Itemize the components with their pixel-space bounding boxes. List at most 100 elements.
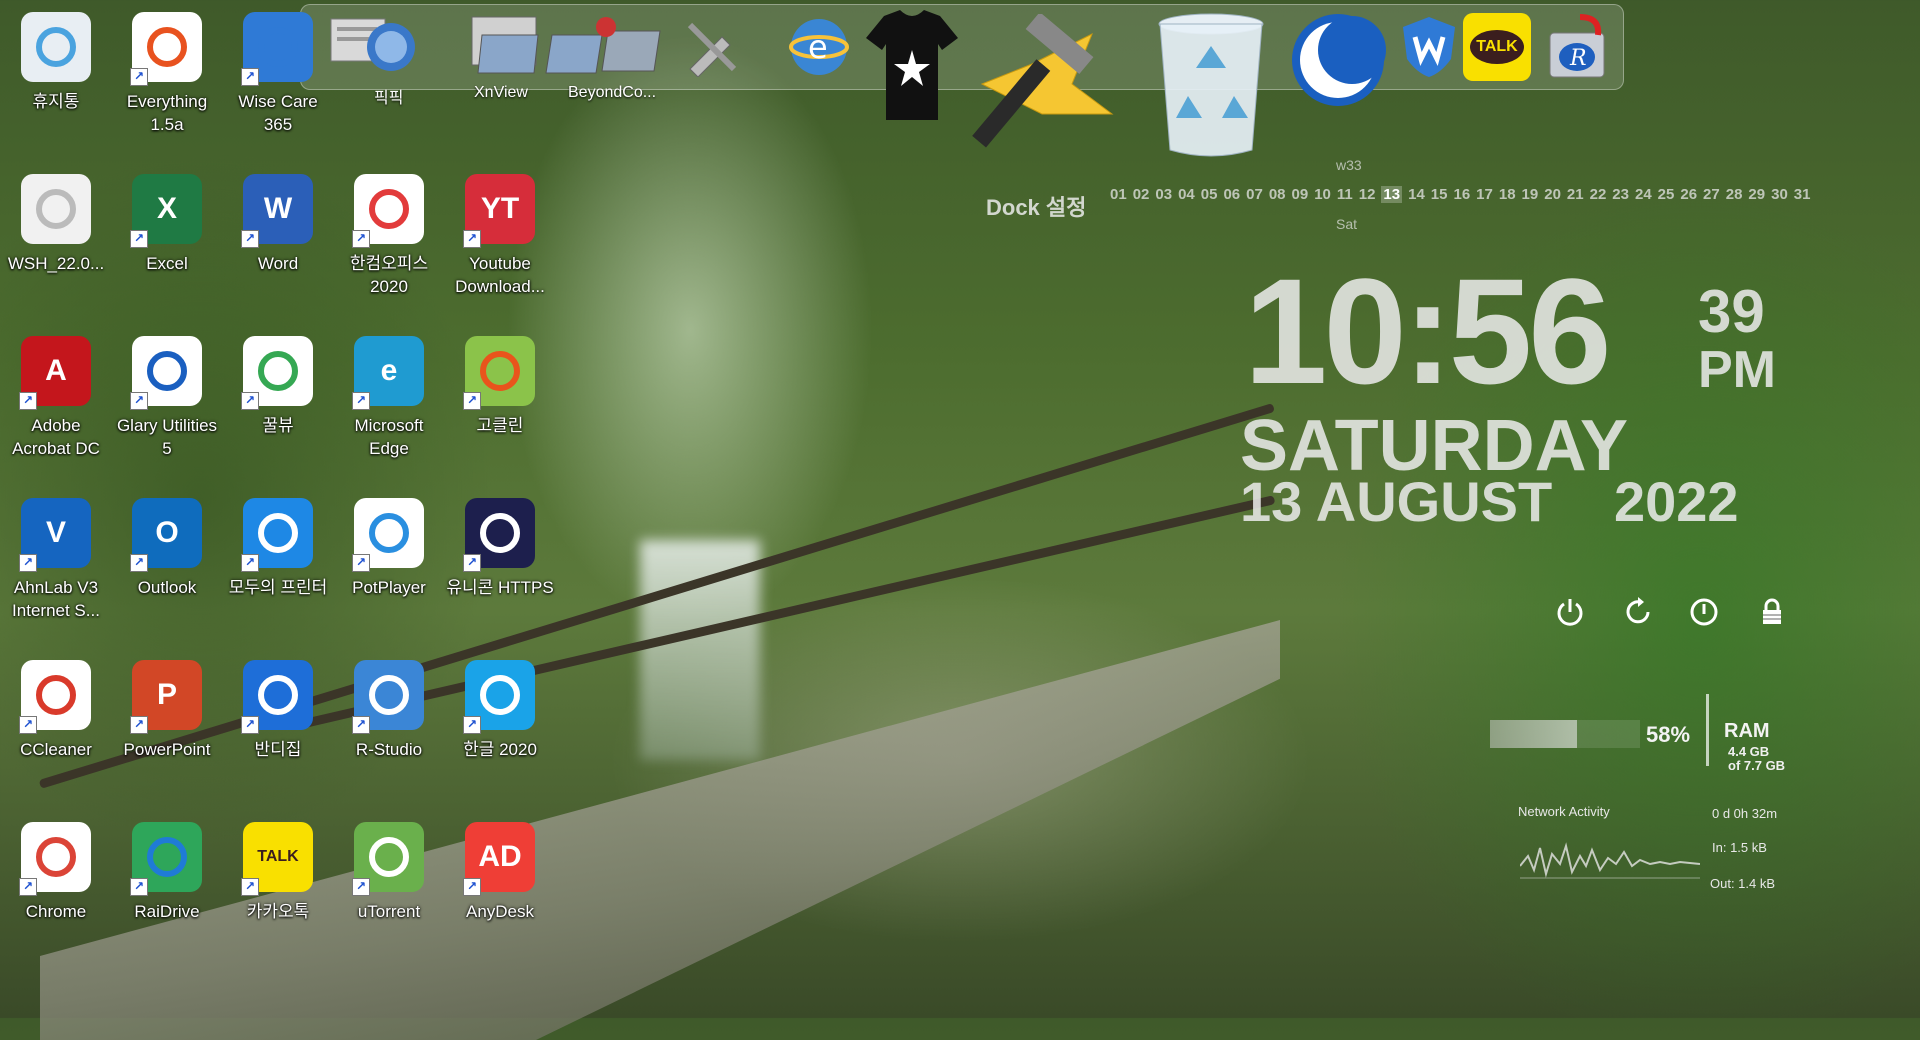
desktop-icon-outlook[interactable]: O ↗ Outlook xyxy=(112,498,222,599)
calendar-day: 05 xyxy=(1200,186,1218,203)
lock-button[interactable] xyxy=(1752,592,1792,632)
calendar-day: 28 xyxy=(1725,186,1743,203)
desktop-icon-chrome[interactable]: ↗ Chrome xyxy=(1,822,111,923)
wise-care-365-icon: ↗ xyxy=(241,12,313,86)
ram-usage-fill xyxy=(1490,720,1577,748)
desktop-icon-potplayer[interactable]: ↗ PotPlayer xyxy=(334,498,444,599)
desktop-icon-wsh-file[interactable]: WSH_22.0... xyxy=(1,174,111,275)
desktop-icon-label: Excel xyxy=(146,254,188,273)
dock-beyondcompare-label: BeyondCo... xyxy=(568,84,657,101)
desktop-icon-excel[interactable]: X ↗ Excel xyxy=(112,174,222,275)
dock-wisecare[interactable] xyxy=(1396,14,1462,80)
chrome-glyph xyxy=(36,837,76,877)
desktop-icon-label: 꿀뷰 xyxy=(262,416,294,435)
calendar-day: 10 xyxy=(1314,186,1331,203)
dock-recycle-bin[interactable] xyxy=(1154,10,1268,160)
bandizip-icon: ↗ xyxy=(241,660,313,734)
shortcut-arrow-icon: ↗ xyxy=(19,878,37,896)
desktop-icon-modu-printer[interactable]: ↗ 모두의 프린터 xyxy=(223,498,333,599)
dock-picpick[interactable] xyxy=(322,10,418,80)
hangul-2020-icon: ↗ xyxy=(463,660,535,734)
shortcut-arrow-icon: ↗ xyxy=(463,878,481,896)
dock-xnview[interactable] xyxy=(466,10,546,80)
goclean-glyph xyxy=(480,351,520,391)
clock-year: 2022 xyxy=(1614,470,1739,533)
dock-kakaotalk[interactable]: TALK xyxy=(1460,10,1534,84)
restart-icon xyxy=(1626,597,1650,624)
shortcut-arrow-icon: ↗ xyxy=(19,716,37,734)
desktop-icon-kakaotalk[interactable]: TALK ↗ 카카오톡 xyxy=(223,822,333,923)
r-studio-glyph xyxy=(369,675,409,715)
ram-percent: 58% xyxy=(1646,722,1691,747)
logoff-icon xyxy=(1690,598,1718,626)
dock-tshirt[interactable] xyxy=(864,8,960,124)
r-studio-icon: ↗ xyxy=(352,660,424,734)
desktop-icon-label: AnyDesk xyxy=(465,902,535,921)
honeyview-glyph xyxy=(258,351,298,391)
calendar-day: 03 xyxy=(1155,186,1173,203)
desktop-icon-raidrive[interactable]: ↗ RaiDrive xyxy=(112,822,222,923)
shortcut-arrow-icon: ↗ xyxy=(241,878,259,896)
desktop-icon-r-studio[interactable]: ↗ R-Studio xyxy=(334,660,444,761)
desktop-icon-recycle-bin[interactable]: 휴지통 xyxy=(1,12,111,113)
clock-date: 13 AUGUST xyxy=(1240,470,1553,533)
adobe-acrobat-icon: A ↗ xyxy=(19,336,91,410)
dock-internet-explorer[interactable]: e xyxy=(784,12,854,82)
calendar-day: 14 xyxy=(1408,186,1425,203)
desktop-icon-anydesk[interactable]: AD ↗ AnyDesk xyxy=(445,822,555,923)
calendar-days: 01 02 03 04 05 06 07 08 09 10 11 12 13 14 15 16 17 18 19 20… xyxy=(1110,186,1816,203)
calendar-day: 09 xyxy=(1291,186,1309,203)
desktop-icon-unicorn-https[interactable]: ↗ 유니콘 HTTPS xyxy=(445,498,555,599)
desktop-icon-everything[interactable]: ↗ Everything 1.5a xyxy=(112,12,222,136)
dock-tools[interactable] xyxy=(680,14,744,80)
calendar-week: w33 xyxy=(1336,157,1362,173)
calendar-day: 06 xyxy=(1223,186,1241,203)
word-icon: W ↗ xyxy=(241,174,313,248)
ram-label: RAM xyxy=(1724,720,1770,742)
desktop-icon-goclean[interactable]: ↗ 고클린 xyxy=(445,336,555,437)
wsh-file-icon xyxy=(21,174,91,244)
ram-used: 4.4 GB xyxy=(1728,744,1770,759)
desktop-icon-microsoft-edge[interactable]: e ↗ Microsoft Edge xyxy=(334,336,444,460)
hammer-icon xyxy=(972,14,1114,148)
desktop-icon-bandizip[interactable]: ↗ 반디집 xyxy=(223,660,333,761)
desktop-icon-wise-care-365[interactable]: ↗ Wise Care 365 xyxy=(223,12,333,136)
recycle-bin-icon xyxy=(21,12,91,82)
bandizip-glyph xyxy=(258,675,298,715)
desktop-icon-youtube-downloader[interactable]: YT ↗ Youtube Download... xyxy=(445,174,555,298)
calendar-day: 16 xyxy=(1453,186,1471,203)
desktop-icon-word[interactable]: W ↗ Word xyxy=(223,174,333,275)
shortcut-arrow-icon: ↗ xyxy=(241,716,259,734)
raidrive-glyph xyxy=(147,837,187,877)
shortcut-arrow-icon: ↗ xyxy=(352,230,370,248)
dock-glary[interactable] xyxy=(1288,8,1388,112)
desktop-icon-adobe-acrobat[interactable]: A ↗ Adobe Acrobat DC xyxy=(1,336,111,460)
desktop-icon-ahnlab-v3[interactable]: V ↗ AhnLab V3 Internet S... xyxy=(1,498,111,622)
calendar-day: 04 xyxy=(1178,186,1195,203)
shortcut-arrow-icon: ↗ xyxy=(130,878,148,896)
desktop-icon-honeyview[interactable]: ↗ 꿀뷰 xyxy=(223,336,333,437)
desktop-icon-ccleaner[interactable]: ↗ CCleaner xyxy=(1,660,111,761)
ram-usage-bar xyxy=(1490,720,1640,748)
svg-text:e: e xyxy=(808,28,828,66)
logoff-button[interactable] xyxy=(1684,592,1724,632)
dock-rstudio[interactable]: R xyxy=(1540,10,1614,84)
wise-care-365-glyph xyxy=(258,27,298,67)
calendar-day: 01 xyxy=(1110,186,1127,203)
ccleaner-glyph xyxy=(36,675,76,715)
shutdown-button[interactable] xyxy=(1550,592,1590,632)
desktop-icon-powerpoint[interactable]: P ↗ PowerPoint xyxy=(112,660,222,761)
dock-beyondcompare[interactable] xyxy=(540,10,670,80)
utorrent-glyph xyxy=(369,837,409,877)
desktop-icon-utorrent[interactable]: ↗ uTorrent xyxy=(334,822,444,923)
desktop-icon-hangul-2020[interactable]: ↗ 한글 2020 xyxy=(445,660,555,761)
calendar-day: 26 xyxy=(1680,186,1698,203)
dock-hammer[interactable] xyxy=(972,14,1122,154)
dock-settings-caption[interactable]: Dock 설정 xyxy=(986,190,1086,222)
kakaotalk-icon: TALK xyxy=(1463,13,1531,81)
hancom-office-glyph xyxy=(369,189,409,229)
desktop-icon-hancom-office[interactable]: ↗ 한컴오피스 2020 xyxy=(334,174,444,298)
restart-button[interactable] xyxy=(1618,592,1658,632)
calendar-day: 29 xyxy=(1748,186,1766,203)
desktop-icon-glary-utilities[interactable]: ↗ Glary Utilities 5 xyxy=(112,336,222,460)
